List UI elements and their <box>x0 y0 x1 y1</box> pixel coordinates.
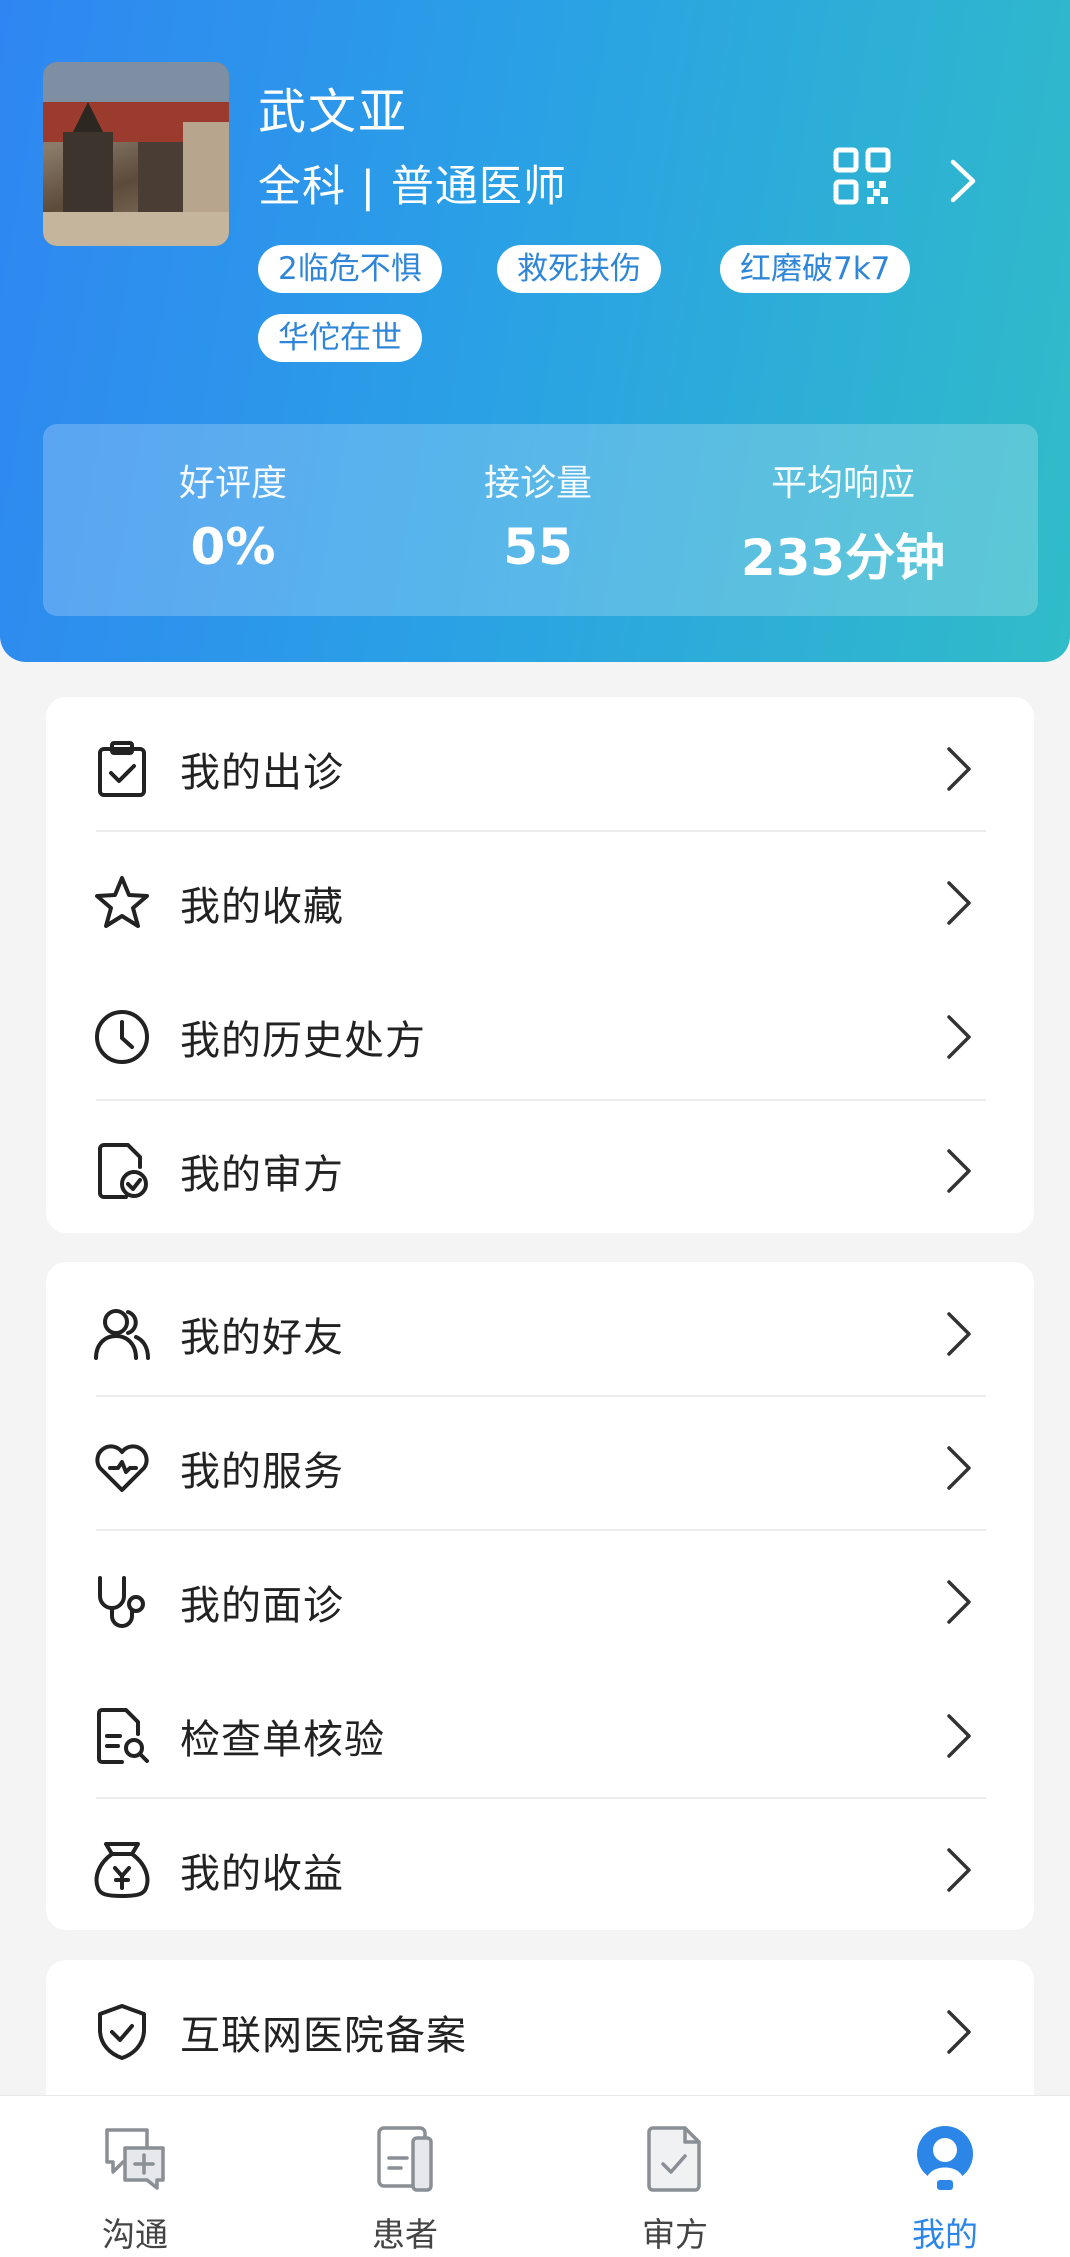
menu-item-label: 我的服务 <box>180 1449 344 1495</box>
chevron-right-icon <box>947 881 971 925</box>
patient-card-icon <box>377 2126 433 2192</box>
avatar[interactable] <box>43 62 229 246</box>
qr-code-icon[interactable] <box>833 147 891 205</box>
chevron-right-icon <box>947 1580 971 1624</box>
chevron-right-icon[interactable] <box>948 158 978 204</box>
chevron-right-icon <box>947 1446 971 1490</box>
tab-label: 审方 <box>642 2215 708 2254</box>
chevron-right-icon <box>947 747 971 791</box>
stethoscope-icon <box>98 1576 145 1628</box>
menu-card-primary: 我的出诊 我的收藏 我的历史处方 我的审方 <box>46 697 1034 1233</box>
menu-item-label: 我的好友 <box>180 1315 344 1361</box>
menu-item-label: 我的审方 <box>180 1152 344 1198</box>
heart-icon <box>95 1444 149 1492</box>
tag-badge: 华佗在世 <box>258 314 422 362</box>
tab-label: 我的 <box>912 2215 978 2254</box>
menu-item-my-review[interactable]: 我的审方 <box>46 1099 1034 1233</box>
prescription-icon <box>647 2126 701 2192</box>
tab-mine[interactable]: 我的 <box>855 2096 1035 2257</box>
document-search-icon <box>97 1708 149 1764</box>
stat-response-time: 平均响应 233分钟 <box>703 454 983 590</box>
menu-item-friends[interactable]: 我的好友 <box>46 1262 1034 1396</box>
tab-label: 患者 <box>372 2215 438 2254</box>
user-profile-icon <box>917 2126 973 2190</box>
stat-label: 好评度 <box>178 463 287 504</box>
money-bag-icon <box>94 1842 150 1898</box>
stat-label: 平均响应 <box>770 463 915 504</box>
tab-communicate[interactable]: 沟通 <box>45 2096 225 2257</box>
stat-label: 接诊量 <box>483 463 592 504</box>
users-icon <box>94 1309 150 1360</box>
menu-item-label: 检查单核验 <box>180 1717 385 1763</box>
menu-item-services[interactable]: 我的服务 <box>46 1396 1034 1530</box>
chevron-right-icon <box>947 1848 971 1892</box>
star-icon <box>95 876 149 928</box>
menu-item-label: 我的收益 <box>180 1851 344 1897</box>
tab-review[interactable]: 审方 <box>585 2096 765 2257</box>
chevron-right-icon <box>947 1312 971 1356</box>
document-check-icon <box>98 1143 148 1199</box>
profile-header: 武文亚 全科 | 普通医师 2临危不惧 救死扶伤 红磨破7k7 华佗在世 好评度… <box>0 0 1070 662</box>
chevron-right-icon <box>947 1714 971 1758</box>
doctor-name: 武文亚 <box>258 84 409 140</box>
stat-value: 55 <box>503 518 573 576</box>
chat-plus-icon <box>105 2128 165 2190</box>
stats-panel: 好评度 0% 接诊量 55 平均响应 233分钟 <box>43 424 1038 616</box>
menu-item-earnings[interactable]: 我的收益 <box>46 1798 1034 1932</box>
menu-item-face-consult[interactable]: 我的面诊 <box>46 1530 1034 1664</box>
tag-badge: 2临危不惧 <box>258 245 442 293</box>
menu-item-favorites[interactable]: 我的收藏 <box>46 831 1034 965</box>
tag-badge: 红磨破7k7 <box>720 245 911 293</box>
tag-badge: 救死扶伤 <box>497 245 661 293</box>
tab-label: 沟通 <box>102 2215 168 2254</box>
avatar-photo <box>43 62 229 246</box>
menu-item-visits[interactable]: 我的出诊 <box>46 697 1034 831</box>
menu-item-label: 我的出诊 <box>180 750 344 796</box>
clock-icon <box>95 1010 149 1064</box>
stat-value: 233分钟 <box>740 529 946 587</box>
chevron-right-icon <box>947 1149 971 1193</box>
menu-item-label: 我的面诊 <box>180 1583 344 1629</box>
menu-item-hospital-record[interactable]: 互联网医院备案 <box>46 1960 1034 2094</box>
chevron-right-icon <box>947 1015 971 1059</box>
menu-card-services: 我的好友 我的服务 我的面诊 检查单核验 我的收益 <box>46 1262 1034 1930</box>
menu-item-label: 互联网医院备案 <box>180 2013 467 2059</box>
tab-patients[interactable]: 患者 <box>315 2096 495 2257</box>
stat-consultations: 接诊量 55 <box>428 454 648 576</box>
stat-rating: 好评度 0% <box>123 454 343 576</box>
menu-item-report-verify[interactable]: 检查单核验 <box>46 1664 1034 1798</box>
shield-check-icon <box>98 2004 146 2060</box>
doctor-title: 全科 | 普通医师 <box>258 162 567 212</box>
menu-item-history-prescriptions[interactable]: 我的历史处方 <box>46 965 1034 1099</box>
stat-value: 0% <box>190 518 276 576</box>
chevron-right-icon <box>947 2010 971 2054</box>
bottom-tab-bar: 沟通 患者 审方 我的 <box>0 2095 1070 2257</box>
menu-item-label: 我的收藏 <box>180 884 344 930</box>
clipboard-check-icon <box>98 741 146 797</box>
menu-item-label: 我的历史处方 <box>180 1018 426 1064</box>
